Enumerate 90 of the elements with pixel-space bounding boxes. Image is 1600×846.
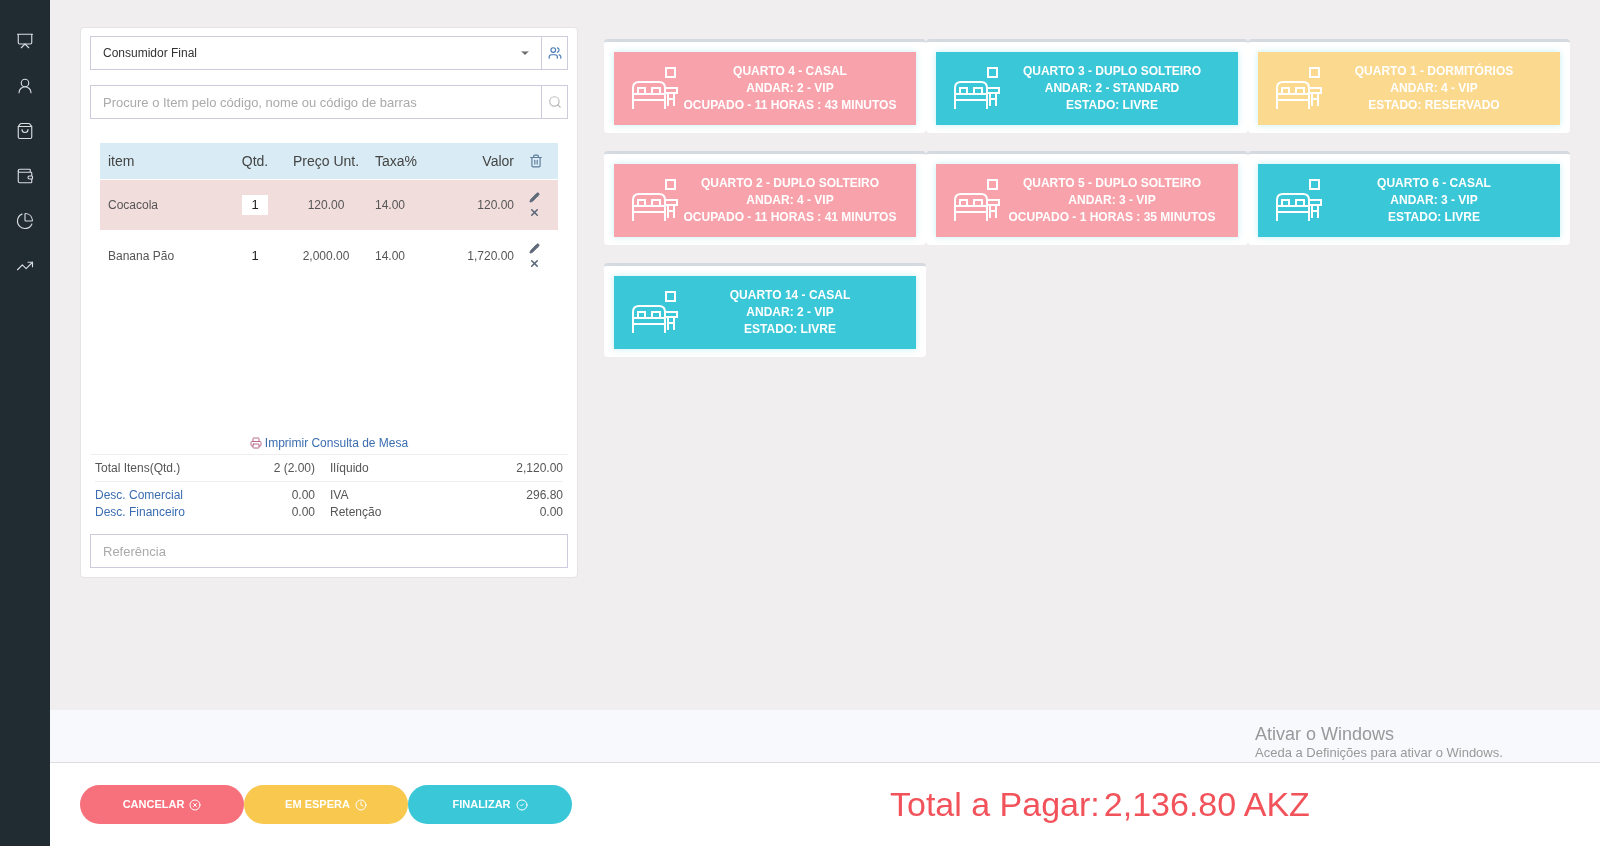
table-cell-text: Banana Pão bbox=[108, 248, 176, 265]
summary-label: Retenção bbox=[330, 503, 383, 521]
quantity-field[interactable]: 1 bbox=[242, 195, 268, 215]
column-header: Preço Unt. bbox=[291, 151, 361, 171]
bed-icon bbox=[952, 65, 1002, 112]
finish-button[interactable]: FINALIZAR bbox=[408, 785, 572, 824]
summary-value: 0.00 bbox=[290, 503, 315, 521]
activation-title: Ativar o Windows bbox=[1255, 724, 1396, 744]
room-card[interactable]: QUARTO 4 - CASAL ANDAR: 2 - VIP OCUPADO - 11 HORAS : 43 MINUTOS bbox=[604, 39, 926, 133]
user-icon[interactable] bbox=[16, 77, 34, 95]
room-info: ESTADO: LIVRE bbox=[1388, 209, 1480, 226]
clock-icon bbox=[354, 798, 367, 811]
room-info: ANDAR: 3 - VIP bbox=[1068, 192, 1156, 209]
room-info: QUARTO 2 - DUPLO SOLTEIRO bbox=[700, 175, 880, 192]
summary-value: 2,120.00 bbox=[515, 460, 563, 477]
pie-chart-icon[interactable] bbox=[16, 212, 34, 230]
user-icon bbox=[547, 46, 562, 60]
room-info: ANDAR: 4 - VIP bbox=[746, 192, 834, 209]
summary-value: 0.00 bbox=[538, 503, 563, 521]
table-cell-text: 14.00 bbox=[375, 248, 407, 265]
bed-icon bbox=[1274, 177, 1324, 224]
room-info: QUARTO 5 - DUPLO SOLTEIRO bbox=[1022, 175, 1202, 192]
room-info: OCUPADO - 11 HORAS : 41 MINUTOS bbox=[683, 209, 897, 226]
room-info: ESTADO: LIVRE bbox=[1066, 97, 1158, 114]
table-cell-text: 14.00 bbox=[375, 197, 407, 214]
edit-icon[interactable] bbox=[529, 243, 540, 254]
total-value: 2,136.80 AKZ bbox=[1103, 784, 1310, 825]
room-info: QUARTO 3 - DUPLO SOLTEIRO bbox=[1022, 63, 1202, 80]
bed-icon bbox=[1274, 65, 1324, 112]
summary-value: 296.80 bbox=[525, 486, 563, 504]
column-header: Taxa% bbox=[375, 151, 419, 171]
room-info: ESTADO: RESERVADO bbox=[1368, 97, 1500, 114]
column-header: Valor bbox=[481, 151, 514, 171]
table-cell-text: 2,000.00 bbox=[301, 248, 351, 265]
activation-text: Aceda a Definições para ativar o Windows. bbox=[1255, 744, 1504, 762]
room-card[interactable]: QUARTO 6 - CASAL ANDAR: 3 - VIP ESTADO: LIVRE bbox=[1248, 151, 1570, 245]
search-field[interactable]: Procure o Item pelo código, nome ou código de barras bbox=[90, 85, 542, 119]
room-card[interactable]: QUARTO 5 - DUPLO SOLTEIRO ANDAR: 3 - VIP OCUPADO - 1 HORAS : 35 MINUTOS bbox=[926, 151, 1248, 245]
trash-icon[interactable] bbox=[529, 154, 543, 168]
room-info: QUARTO 14 - CASAL bbox=[729, 287, 851, 304]
summary-label: IVA bbox=[330, 486, 350, 504]
summary-value: 2 (2.00) bbox=[272, 460, 315, 477]
presentation-icon[interactable] bbox=[16, 32, 34, 50]
print-link[interactable]: Imprimir Consulta de Mesa bbox=[264, 434, 409, 452]
quantity-field[interactable]: 1 bbox=[242, 246, 268, 266]
wallet-icon[interactable] bbox=[16, 167, 34, 185]
bed-icon bbox=[630, 289, 680, 336]
edit-icon[interactable] bbox=[529, 192, 540, 203]
table-row[interactable]: Cocacola 1 120.00 14.00 120.00 bbox=[100, 180, 558, 230]
discount-link[interactable]: Desc. Financeiro bbox=[95, 502, 215, 521]
total-label: Total a Pagar: bbox=[890, 784, 1100, 825]
room-info: ANDAR: 2 - VIP bbox=[746, 304, 834, 321]
room-info: OCUPADO - 11 HORAS : 43 MINUTOS bbox=[683, 97, 897, 114]
customer-value: Consumidor Final bbox=[102, 45, 199, 62]
room-card[interactable]: QUARTO 2 - DUPLO SOLTEIRO ANDAR: 4 - VIP OCUPADO - 11 HORAS : 41 MINUTOS bbox=[604, 151, 926, 245]
column-header: Qtd. bbox=[240, 151, 270, 171]
summary-value: 0.00 bbox=[290, 486, 315, 504]
bed-icon bbox=[952, 177, 1002, 224]
table-cell-text: 1,720.00 bbox=[466, 248, 514, 265]
delete-icon[interactable] bbox=[529, 207, 540, 218]
table-cell-text: 120.00 bbox=[306, 197, 346, 214]
room-info: ANDAR: 2 - VIP bbox=[746, 80, 834, 97]
room-info: QUARTO 1 - DORMITÓRIOS bbox=[1354, 63, 1514, 80]
cancel-button[interactable]: CANCELAR bbox=[80, 785, 244, 824]
room-info: ANDAR: 2 - STANDARD bbox=[1044, 80, 1180, 97]
room-card[interactable]: QUARTO 14 - CASAL ANDAR: 2 - VIP ESTADO: LIVRE bbox=[604, 263, 926, 357]
room-info: ANDAR: 4 - VIP bbox=[1390, 80, 1478, 97]
table-cell-text: 120.00 bbox=[476, 197, 514, 214]
printer-icon[interactable] bbox=[249, 437, 262, 449]
room-card[interactable]: QUARTO 3 - DUPLO SOLTEIRO ANDAR: 2 - STANDARD ESTADO: LIVRE bbox=[926, 39, 1248, 133]
room-info: ESTADO: LIVRE bbox=[744, 321, 836, 338]
summary-label: Ilíquido bbox=[330, 460, 370, 477]
summary-label: Total Itens(Qtd.) bbox=[95, 460, 182, 477]
customer-select[interactable]: Consumidor Final bbox=[90, 36, 568, 70]
x-circle-icon bbox=[189, 798, 202, 811]
search-icon bbox=[547, 95, 562, 109]
bed-icon bbox=[630, 177, 680, 224]
table-cell-text: Cocacola bbox=[108, 197, 160, 214]
room-info: OCUPADO - 1 HORAS : 35 MINUTOS bbox=[1008, 209, 1216, 226]
delete-icon[interactable] bbox=[529, 258, 540, 269]
bed-icon bbox=[630, 65, 680, 112]
column-header: item bbox=[108, 151, 136, 171]
discount-link[interactable]: Desc. Comercial bbox=[95, 485, 215, 504]
room-info: QUARTO 6 - CASAL bbox=[1377, 175, 1491, 192]
hold-button[interactable]: EM ESPERA bbox=[244, 785, 408, 824]
bag-icon[interactable] bbox=[16, 122, 34, 140]
check-circle-icon bbox=[515, 798, 528, 811]
reference-field[interactable]: Referência bbox=[90, 534, 568, 568]
room-info: QUARTO 4 - CASAL bbox=[733, 63, 847, 80]
room-info: ANDAR: 3 - VIP bbox=[1390, 192, 1478, 209]
